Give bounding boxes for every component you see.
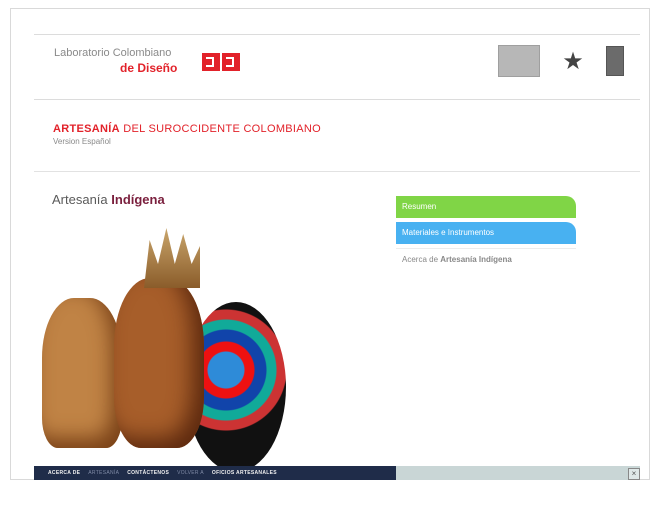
title-block: ARTESANÍA DEL SUROCCIDENTE COLOMBIANO Ve… <box>53 123 321 146</box>
nav-acerca-dim[interactable]: ARTESANÍA <box>88 470 119 476</box>
title-rest: DEL SUROCCIDENTE COLOMBIANO <box>119 123 322 135</box>
title-bold: ARTESANÍA <box>53 123 120 135</box>
mask-left-image <box>42 298 122 448</box>
side-menu: Resumen Materiales e Instrumentos Acerca… <box>396 196 576 275</box>
logo-icon[interactable] <box>202 53 240 71</box>
footer-nav: ACERCA DE ARTESANÍA CONTÁCTENOS VOLVER A… <box>34 466 396 480</box>
menu-item-materiales[interactable]: Materiales e Instrumentos <box>396 222 576 244</box>
brand-line1: Laboratorio Colombiano <box>54 47 172 59</box>
subtitle: Version Español <box>53 137 111 146</box>
menu-item-acerca[interactable]: Acerca de Artesanía Indígena <box>396 248 576 271</box>
header-icons: ★ <box>498 45 624 77</box>
mask-center-image <box>114 278 204 448</box>
figure-icon[interactable]: ★ <box>558 45 588 77</box>
crown-image <box>144 228 200 288</box>
section-heading: Artesanía Indígena <box>52 192 165 207</box>
menu-item-resumen[interactable]: Resumen <box>396 196 576 218</box>
menu-item-acerca-prefix: Acerca de <box>402 255 441 264</box>
section-heading-bold: Indígena <box>111 192 165 207</box>
close-icon[interactable]: × <box>628 468 640 480</box>
divider <box>34 171 640 172</box>
page-title: ARTESANÍA DEL SUROCCIDENTE COLOMBIANO <box>53 123 321 135</box>
nav-acerca[interactable]: ACERCA DE <box>48 470 80 476</box>
section-heading-normal: Artesanía <box>52 192 112 207</box>
masks-image <box>32 228 302 466</box>
brand-line2: de Diseño <box>120 61 178 75</box>
menu-item-acerca-bold: Artesanía Indígena <box>440 255 512 264</box>
header: Laboratorio Colombiano de Diseño ★ <box>34 34 640 100</box>
nav-oficios[interactable]: OFICIOS ARTESANALES <box>212 470 277 476</box>
nav-volver-dim[interactable]: VOLVER A <box>177 470 204 476</box>
flag-icon[interactable] <box>498 45 540 77</box>
nav-contactenos[interactable]: CONTÁCTENOS <box>127 470 169 476</box>
seal-icon[interactable] <box>606 46 624 76</box>
